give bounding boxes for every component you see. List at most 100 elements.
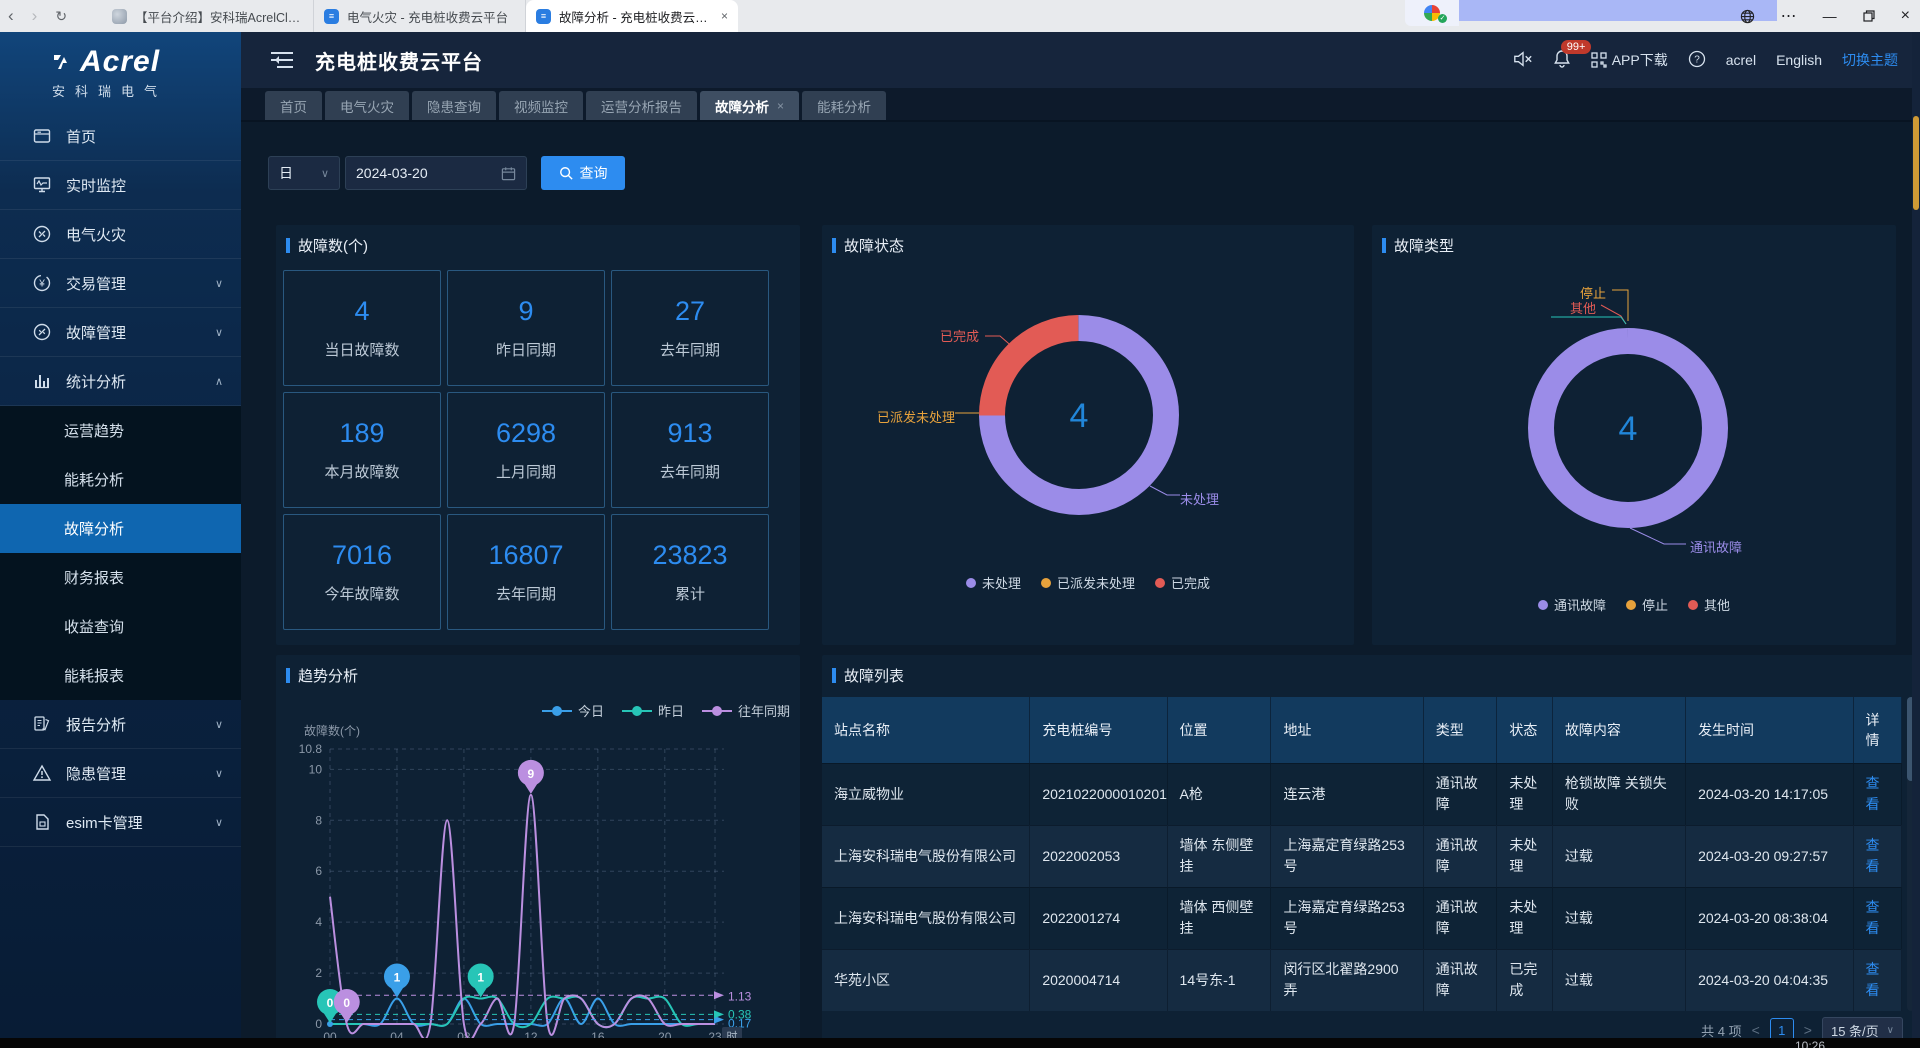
sidebar-item-电气火灾[interactable]: 电气火灾 [0, 210, 241, 259]
cell-detail: 查看 [1853, 887, 1901, 949]
tab-电气火灾[interactable]: 电气火灾 [325, 91, 409, 120]
sidebar-subitem-财务报表[interactable]: 财务报表 [0, 553, 241, 602]
globe-icon[interactable] [1740, 9, 1755, 24]
stat-card: 6298上月同期 [447, 392, 605, 508]
tab-能耗分析[interactable]: 能耗分析 [802, 91, 886, 120]
legend-item-已派发未处理[interactable]: 已派发未处理 [1041, 573, 1135, 592]
svg-text:1: 1 [394, 971, 401, 985]
sidebar-item-esim卡管理[interactable]: esim卡管理∨ [0, 798, 241, 847]
tab-close-icon[interactable]: × [777, 99, 784, 113]
column-header-站点名称: 站点名称 [822, 697, 1030, 763]
legend-dot [966, 578, 976, 588]
column-header-地址: 地址 [1271, 697, 1423, 763]
browser-tab[interactable]: 【平台介绍】安科瑞AcrelCloud-9 [102, 0, 314, 32]
username[interactable]: acrel [1726, 52, 1756, 68]
cell: 2024-03-20 08:38:04 [1686, 887, 1853, 949]
cell-detail: 查看 [1853, 763, 1901, 825]
view-detail-link[interactable]: 查看 [1866, 899, 1880, 936]
mute-icon[interactable] [1513, 50, 1533, 71]
legend-item-未处理[interactable]: 未处理 [966, 573, 1021, 592]
tab-故障分析[interactable]: 故障分析× [700, 91, 799, 120]
sidebar-item-报告分析[interactable]: 报告分析∨ [0, 700, 241, 749]
window-close-button[interactable]: × [1901, 7, 1910, 25]
cell: 过载 [1552, 825, 1685, 887]
browser-tab[interactable]: ≡故障分析 - 充电桩收费云平台× [526, 0, 738, 32]
sidebar-subitem-能耗分析[interactable]: 能耗分析 [0, 455, 241, 504]
svg-text:6: 6 [315, 864, 322, 878]
legend-item-通讯故障[interactable]: 通讯故障 [1538, 595, 1606, 614]
legend-item-已完成[interactable]: 已完成 [1155, 573, 1210, 592]
stat-card: 913去年同期 [611, 392, 769, 508]
chevron-down-icon: ∨ [215, 767, 223, 780]
stat-value: 16807 [488, 540, 563, 571]
date-input[interactable]: 2024-03-20 [345, 156, 527, 190]
legend-dot [1155, 578, 1165, 588]
cell: 2024-03-20 04:04:35 [1686, 949, 1853, 1011]
acrel-logo-icon [52, 51, 74, 73]
tab-运营分析报告[interactable]: 运营分析报告 [586, 91, 697, 120]
legend-item-其他[interactable]: 其他 [1688, 595, 1730, 614]
tab-title: 电气火灾 - 充电桩收费云平台 [347, 7, 515, 26]
browser-reload-icon[interactable]: ↻ [55, 8, 67, 25]
sidebar-subitem-故障分析[interactable]: 故障分析 [0, 504, 241, 553]
tab-首页[interactable]: 首页 [265, 91, 322, 120]
chevron-down-icon: ∨ [215, 326, 223, 339]
sidebar-item-统计分析[interactable]: 统计分析∧ [0, 357, 241, 406]
sidebar-item-label: 实时监控 [66, 175, 126, 196]
app-download-button[interactable]: APP下载 [1591, 50, 1668, 70]
svg-text:0: 0 [327, 996, 334, 1010]
sidebar-collapse-icon[interactable] [271, 52, 293, 68]
browser-forward-icon[interactable]: › [32, 6, 38, 26]
donut-label-comm: 通讯故障 [1690, 537, 1742, 556]
tab-label: 电气火灾 [340, 96, 394, 116]
sidebar-item-故障管理[interactable]: 故障管理∨ [0, 308, 241, 357]
capture-popup: ✓ [1405, 0, 1777, 26]
fault-status-panel: 故障状态 4 已完成 已派发未处理 未处理 未处理已派发未处理已完成 [822, 225, 1354, 645]
cell: A枪 [1167, 763, 1271, 825]
sidebar-item-首页[interactable]: 首页 [0, 112, 241, 161]
browser-back-icon[interactable]: ‹ [8, 6, 14, 26]
legend-dot [1626, 600, 1636, 610]
notification-bell-icon[interactable]: 99+ [1553, 49, 1571, 71]
cell: 通讯故障 [1423, 887, 1497, 949]
window-restore-button[interactable] [1863, 10, 1875, 22]
theme-toggle[interactable]: 切换主题 [1842, 50, 1898, 70]
content-area: 日∨ 2024-03-20 查询 故障数(个) 4当日故障数9昨日同期27去年同… [241, 122, 1920, 1038]
view-detail-link[interactable]: 查看 [1866, 775, 1880, 812]
tab-隐患查询[interactable]: 隐患查询 [412, 91, 496, 120]
window-minimize-button[interactable]: — [1823, 8, 1837, 24]
browser-menu-icon[interactable]: ⋯ [1781, 6, 1797, 26]
sidebar-item-交易管理[interactable]: ¥交易管理∨ [0, 259, 241, 308]
sidebar-item-label: 交易管理 [66, 273, 126, 294]
sidebar-item-label: 隐患管理 [66, 763, 126, 784]
period-select[interactable]: 日∨ [268, 156, 340, 190]
svg-text:1.13: 1.13 [728, 989, 752, 1003]
sidebar-subitem-能耗报表[interactable]: 能耗报表 [0, 651, 241, 700]
legend-item-停止[interactable]: 停止 [1626, 595, 1668, 614]
stat-card: 27去年同期 [611, 270, 769, 386]
view-detail-link[interactable]: 查看 [1866, 837, 1880, 874]
legend-label: 其他 [1704, 595, 1730, 614]
page-scrollbar[interactable] [1912, 32, 1920, 1048]
stat-label: 去年同期 [660, 339, 720, 360]
next-page-icon[interactable]: > [1804, 1022, 1812, 1038]
sidebar-subitem-运营趋势[interactable]: 运营趋势 [0, 406, 241, 455]
help-icon[interactable]: ? [1688, 50, 1706, 71]
sidebar-item-实时监控[interactable]: 实时监控 [0, 161, 241, 210]
browser-tab[interactable]: ≡电气火灾 - 充电桩收费云平台 [314, 0, 526, 32]
svg-text:9: 9 [528, 767, 535, 781]
sidebar-item-隐患管理[interactable]: 隐患管理 ∨ [0, 749, 241, 798]
stats-icon [32, 371, 52, 391]
sidebar-subitem-收益查询[interactable]: 收益查询 [0, 602, 241, 651]
view-detail-link[interactable]: 查看 [1866, 961, 1880, 998]
tab-close-icon[interactable]: × [721, 9, 728, 23]
language-switch[interactable]: English [1776, 52, 1822, 68]
tab-视频监控[interactable]: 视频监控 [499, 91, 583, 120]
page-scrollbar-thumb[interactable] [1913, 116, 1919, 210]
chevron-down-icon: ∨ [215, 277, 223, 290]
brand-logo: Acrel 安科瑞电气 [0, 32, 241, 112]
table-row: 上海安科瑞电气股份有限公司2022002053墙体 东侧壁挂上海嘉定育绿路253… [822, 825, 1902, 887]
prev-page-icon[interactable]: < [1752, 1022, 1760, 1038]
svg-text:10: 10 [309, 762, 323, 776]
search-button[interactable]: 查询 [541, 156, 625, 190]
